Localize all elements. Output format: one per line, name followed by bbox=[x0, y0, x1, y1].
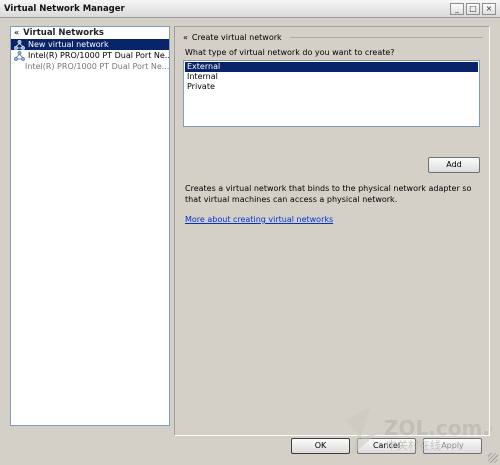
apply-button[interactable]: Apply bbox=[423, 438, 482, 454]
cancel-button[interactable]: Cancel bbox=[357, 438, 416, 454]
ok-button[interactable]: OK bbox=[291, 438, 350, 454]
tree-item-label: Intel(R) PRO/1000 PT Dual Port Ne... bbox=[25, 62, 169, 71]
network-type-description: Creates a virtual network that binds to … bbox=[185, 184, 472, 204]
network-type-listbox[interactable]: External Internal Private bbox=[183, 60, 480, 127]
dialog-client-area: « Virtual Networks New virtual network I… bbox=[0, 18, 500, 465]
tree-item-intel-adapter-detail[interactable]: Intel(R) PRO/1000 PT Dual Port Ne... bbox=[11, 61, 169, 72]
close-button[interactable]: × bbox=[482, 3, 496, 15]
tree-header-label: Virtual Networks bbox=[23, 28, 104, 38]
title-bar: Virtual Network Manager _ □ × bbox=[0, 0, 500, 18]
tree-item-intel-adapter[interactable]: Intel(R) PRO/1000 PT Dual Port Ne... bbox=[11, 50, 169, 61]
resize-grip[interactable] bbox=[488, 453, 498, 463]
virtual-networks-tree: « Virtual Networks New virtual network I… bbox=[10, 26, 170, 426]
collapse-chevron-icon[interactable]: « bbox=[14, 29, 19, 37]
window-title: Virtual Network Manager bbox=[4, 4, 125, 14]
section-title: Create virtual network bbox=[191, 32, 282, 42]
collapse-chevron-icon[interactable]: « bbox=[183, 33, 188, 42]
maximize-button[interactable]: □ bbox=[466, 3, 480, 15]
tree-header-virtual-networks[interactable]: « Virtual Networks bbox=[11, 27, 169, 39]
listbox-item-external[interactable]: External bbox=[185, 62, 478, 72]
minimize-button[interactable]: _ bbox=[450, 3, 464, 15]
listbox-item-private[interactable]: Private bbox=[185, 82, 478, 92]
network-icon bbox=[14, 39, 25, 50]
section-header-create-virtual-network[interactable]: « Create virtual network bbox=[183, 31, 483, 43]
add-button[interactable]: Add bbox=[428, 157, 480, 173]
network-type-question: What type of virtual network do you want… bbox=[185, 48, 395, 57]
more-info-link[interactable]: More about creating virtual networks bbox=[185, 215, 333, 224]
tree-item-label: New virtual network bbox=[28, 40, 109, 49]
tree-item-label: Intel(R) PRO/1000 PT Dual Port Ne... bbox=[28, 51, 169, 60]
window-controls: _ □ × bbox=[450, 3, 496, 15]
listbox-item-internal[interactable]: Internal bbox=[185, 72, 478, 82]
network-icon bbox=[14, 50, 25, 61]
tree-item-new-virtual-network[interactable]: New virtual network bbox=[11, 39, 169, 50]
section-divider bbox=[289, 36, 483, 38]
details-pane: « Create virtual network What type of vi… bbox=[174, 26, 490, 436]
